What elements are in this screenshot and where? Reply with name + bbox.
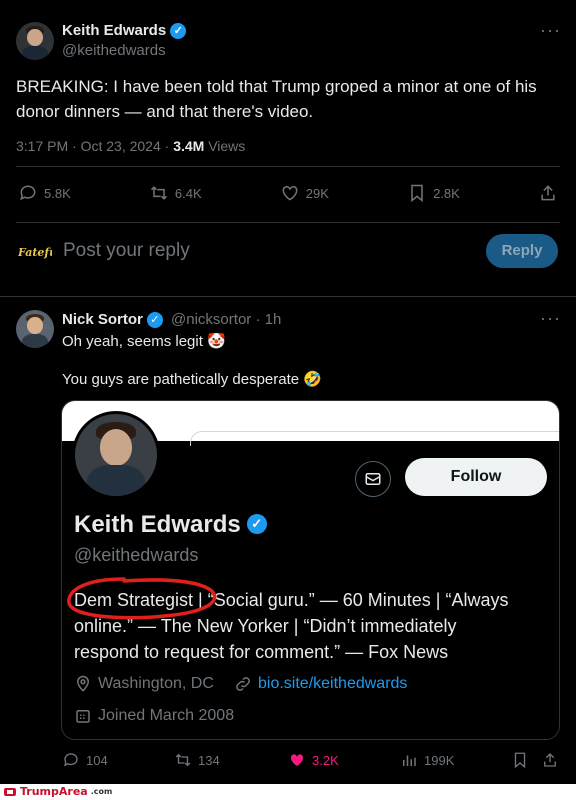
- reply-retweet-action[interactable]: 134: [174, 751, 220, 769]
- reply-views-count: 199K: [424, 752, 455, 768]
- like-action[interactable]: 29K: [280, 183, 329, 203]
- red-circle-annotation: [67, 577, 217, 620]
- more-options-icon[interactable]: ···: [540, 20, 561, 41]
- reply-reply-action[interactable]: 104: [62, 751, 108, 769]
- author-avatar[interactable]: [16, 22, 54, 60]
- reply-icon: [63, 753, 78, 767]
- share-icon: [544, 753, 556, 767]
- reply-text-line1: Oh yeah, seems legit 🤡: [62, 333, 226, 350]
- mail-icon: [365, 473, 381, 485]
- bookmark-count: 2.8K: [433, 185, 460, 201]
- reply-reply-count: 104: [86, 752, 108, 768]
- link-icon: [236, 677, 250, 691]
- user-logo-icon: Fateful: [17, 246, 61, 259]
- bookmark-action[interactable]: 2.8K: [407, 183, 460, 203]
- views-count: 3.4M: [173, 138, 205, 154]
- reply-text-line2: You guys are pathetically desperate 🤣: [62, 371, 322, 388]
- reply-views-action[interactable]: 199K: [400, 751, 454, 769]
- author-name[interactable]: Keith Edwards: [62, 22, 166, 39]
- profile-handle: @keithedwards: [74, 545, 199, 565]
- heart-icon: [282, 185, 298, 201]
- author-name-row[interactable]: Keith Edwards ✓: [62, 22, 187, 40]
- user-avatar-logo[interactable]: Fateful: [17, 241, 61, 261]
- profile-name-row: Keith Edwards ✓: [74, 511, 267, 539]
- reply-more-options-icon[interactable]: ···: [540, 308, 561, 329]
- profile-avatar[interactable]: [72, 411, 160, 499]
- watermark-domain: .com: [90, 787, 113, 796]
- reply-retweet-count: 134: [198, 752, 220, 768]
- divider: [0, 296, 576, 297]
- reply-author-name[interactable]: Nick Sortor: [62, 311, 143, 328]
- reply-input[interactable]: Post your reply: [63, 240, 190, 262]
- link-text[interactable]: bio.site/keithedwards: [258, 675, 407, 693]
- reply-button[interactable]: Reply: [486, 234, 558, 268]
- svg-text:Fateful: Fateful: [18, 246, 52, 259]
- reply-share-action[interactable]: [541, 751, 559, 769]
- divider: [16, 166, 560, 167]
- divider: [16, 222, 560, 223]
- heart-filled-icon: [290, 754, 304, 766]
- tweet-actions: 5.8K 6.4K 29K 2.8K: [18, 183, 558, 203]
- verified-badge-icon: ✓: [146, 312, 163, 329]
- joined-text: Joined March 2008: [98, 707, 235, 724]
- like-count: 29K: [305, 185, 329, 201]
- location-pin-icon: [76, 675, 90, 692]
- bookmark-icon: [411, 184, 423, 203]
- verified-badge-icon: ✓: [246, 514, 267, 534]
- calendar-icon: [76, 710, 90, 723]
- reply-count: 5.8K: [44, 185, 71, 201]
- bookmark-icon: [514, 752, 526, 769]
- tweet-text: BREAKING: I have been told that Trump gr…: [16, 77, 537, 121]
- verified-badge-icon: ✓: [170, 23, 187, 40]
- views-label: Views: [204, 138, 246, 154]
- reply-author-row[interactable]: Nick Sortor ✓ @nicksortor · 1h: [62, 311, 281, 329]
- tweet-meta: 3:17 PM · Oct 23, 2024 · 3.4M Views: [16, 138, 245, 154]
- tweet-time: 3:17 PM · Oct 23, 2024 ·: [16, 138, 174, 154]
- watermark-brand: TrumpArea: [20, 785, 88, 798]
- profile-name: Keith Edwards: [74, 511, 241, 538]
- reply-icon: [20, 185, 36, 201]
- reply-like-count: 3.2K: [312, 752, 339, 768]
- watermark-logo: TrumpArea .com: [3, 785, 112, 798]
- profile-link[interactable]: bio.site/keithedwards: [234, 675, 407, 693]
- author-handle[interactable]: @keithedwards: [62, 42, 166, 59]
- trumparea-logo-icon: [4, 787, 16, 796]
- retweet-count: 6.4K: [174, 185, 202, 201]
- embedded-profile-card[interactable]: Follow Keith Edwards ✓ @keithedwards Dem …: [61, 400, 560, 740]
- watermark-bar: TrumpArea .com: [0, 784, 576, 800]
- retweet-icon: [150, 186, 167, 200]
- message-button[interactable]: [355, 461, 391, 497]
- share-icon: [541, 185, 555, 201]
- bio-line: respond to request for comment.” — Fox N…: [74, 642, 449, 662]
- follow-button[interactable]: Follow: [405, 458, 547, 496]
- profile-location: Washington, DC: [74, 675, 214, 693]
- retweet-icon: [175, 753, 191, 767]
- reply-handle-time[interactable]: @nicksortor · 1h: [171, 311, 281, 328]
- reply-author-avatar[interactable]: [16, 310, 54, 348]
- reply-action[interactable]: 5.8K: [18, 183, 71, 203]
- share-action[interactable]: [538, 183, 558, 203]
- location-text: Washington, DC: [98, 675, 214, 692]
- reply-bookmark-action[interactable]: [511, 751, 529, 769]
- reply-like-action[interactable]: 3.2K: [288, 751, 339, 769]
- retweet-action[interactable]: 6.4K: [149, 183, 202, 203]
- banner-frame: [190, 431, 559, 446]
- analytics-icon: [403, 755, 416, 766]
- profile-joined: Joined March 2008: [74, 707, 234, 725]
